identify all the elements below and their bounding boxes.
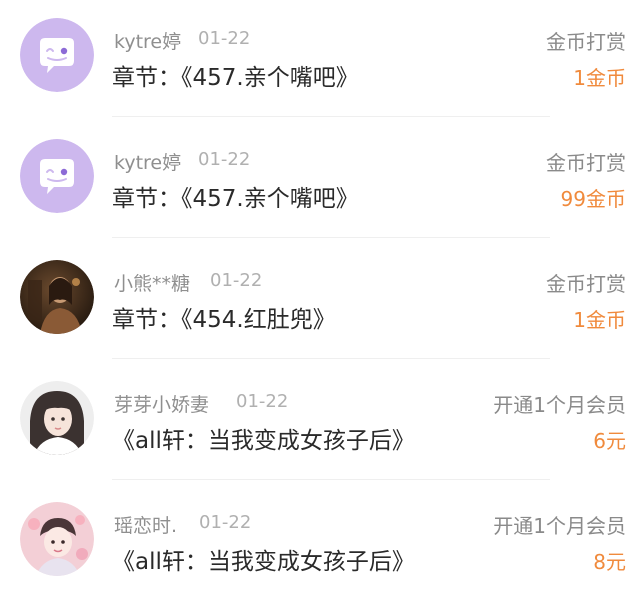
chapter-title[interactable]: 章节：《457.亲个嘴吧》 [112, 58, 359, 92]
chapter-title[interactable]: 章节：《454.红肚兜》 [112, 300, 336, 334]
chat-bubble-avatar[interactable] [20, 139, 94, 213]
work-title[interactable]: 《all轩：当我变成女孩子后》 [112, 542, 415, 576]
photo-avatar[interactable] [20, 381, 94, 455]
reward-record-list: kytre婷 01-22 章节：《457.亲个嘴吧》 金币打赏 1金币 kytr… [0, 0, 640, 603]
row-divider [112, 358, 550, 359]
chat-bubble-avatar[interactable] [20, 18, 94, 92]
list-item[interactable]: kytre婷 01-22 章节：《457.亲个嘴吧》 金币打赏 1金币 [0, 0, 640, 121]
chapter-title[interactable]: 章节：《457.亲个嘴吧》 [112, 179, 359, 213]
username[interactable]: kytre婷 [114, 27, 181, 54]
gift-type-label: 金币打赏 [546, 30, 626, 54]
row-divider [112, 237, 550, 238]
username[interactable]: 芽芽小娇妻 [114, 390, 209, 417]
record-date: 01-22 [199, 512, 252, 533]
username[interactable]: kytre婷 [114, 148, 181, 175]
photo-avatar[interactable] [20, 260, 94, 334]
username[interactable]: 瑶恋时. [114, 511, 177, 538]
gift-type-label: 金币打赏 [546, 151, 626, 175]
record-date: 01-22 [198, 149, 251, 170]
gift-amount: 8元 [593, 550, 626, 574]
list-item[interactable]: 芽芽小娇妻 01-22 《all轩：当我变成女孩子后》 开通1个月会员 6元 [0, 363, 640, 484]
row-divider [112, 116, 550, 117]
photo-avatar[interactable] [20, 502, 94, 576]
gift-amount: 99金币 [560, 187, 626, 211]
gift-type-label: 开通1个月会员 [493, 514, 626, 538]
gift-amount: 6元 [593, 429, 626, 453]
list-item[interactable]: 小熊**糖 01-22 章节：《454.红肚兜》 金币打赏 1金币 [0, 242, 640, 363]
row-divider [112, 479, 550, 480]
gift-type-label: 开通1个月会员 [493, 393, 626, 417]
record-date: 01-22 [236, 391, 289, 412]
record-date: 01-22 [210, 270, 263, 291]
gift-amount: 1金币 [573, 308, 626, 332]
list-item[interactable]: 瑶恋时. 01-22 《all轩：当我变成女孩子后》 开通1个月会员 8元 [0, 484, 640, 605]
record-date: 01-22 [198, 28, 251, 49]
gift-amount: 1金币 [573, 66, 626, 90]
username[interactable]: 小熊**糖 [114, 269, 190, 296]
list-item[interactable]: kytre婷 01-22 章节：《457.亲个嘴吧》 金币打赏 99金币 [0, 121, 640, 242]
work-title[interactable]: 《all轩：当我变成女孩子后》 [112, 421, 415, 455]
gift-type-label: 金币打赏 [546, 272, 626, 296]
